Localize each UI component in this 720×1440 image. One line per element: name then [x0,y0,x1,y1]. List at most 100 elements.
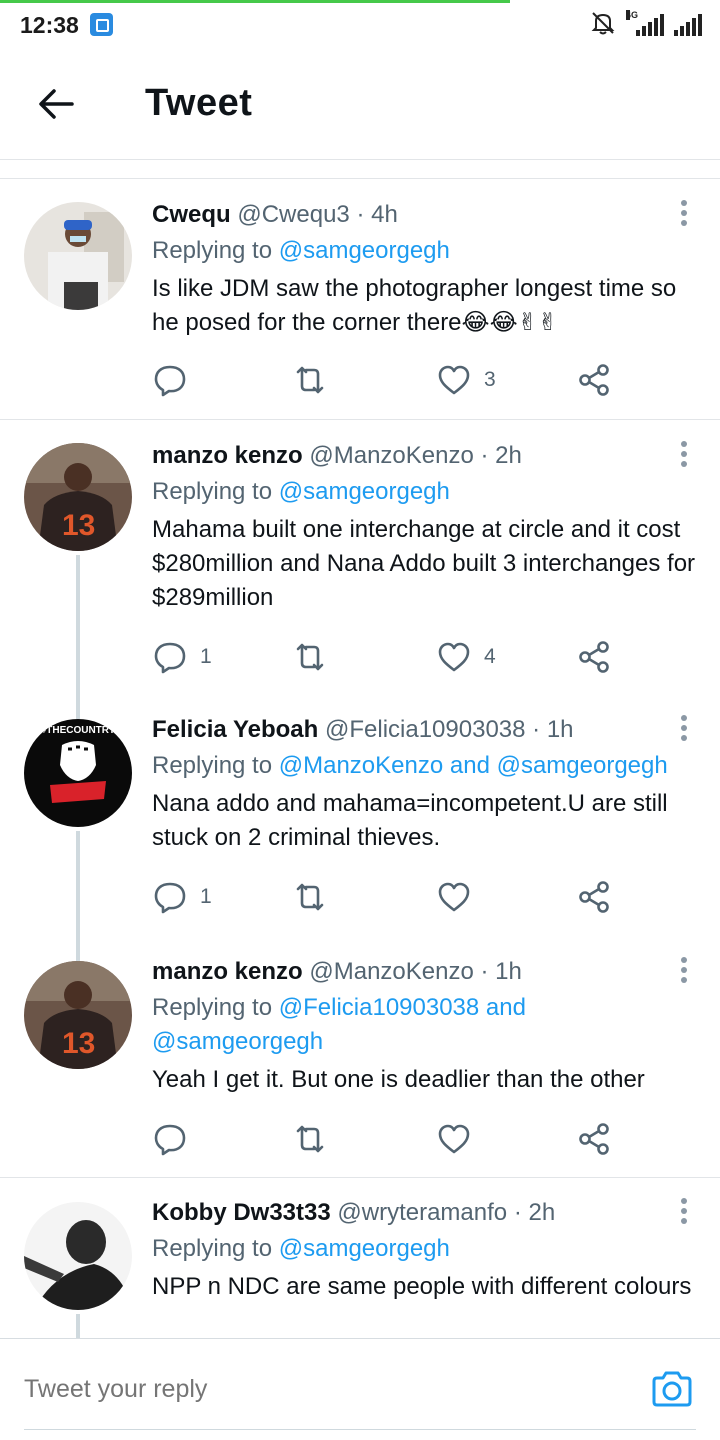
heart-icon [438,1124,470,1154]
thread-line [76,1314,80,1338]
reply-button[interactable]: 1 [152,877,212,917]
tweet-text: Yeah I get it. But one is deadlier than … [152,1066,645,1093]
author-name[interactable]: Cwequ [152,201,231,228]
tweet-meta: Cwequ @Cwequ3 · 4h [152,201,398,228]
avatar[interactable]: 13 [24,443,132,551]
avatar[interactable] [24,202,132,310]
reply-button[interactable] [152,1119,200,1159]
arrow-left-icon[interactable] [36,84,76,124]
retweet-icon [296,883,324,911]
share-icon [579,364,609,396]
thread-line [76,555,80,707]
heart-icon [438,365,470,395]
loading-progress-bar [0,0,510,3]
heart-icon [438,882,470,912]
like-count: 3 [484,368,496,391]
reply-icon [154,642,186,674]
signal-icon [674,14,702,36]
tweet-time: 4h [371,201,398,228]
tweet[interactable]: 13 manzo kenzo @ManzoKenzo · 1h Replying… [0,939,720,1178]
thread-line [76,699,80,719]
more-options-icon[interactable] [680,957,688,987]
more-options-icon[interactable] [680,200,688,230]
retweet-button[interactable] [292,1119,340,1159]
share-icon [579,641,609,673]
share-button[interactable] [576,360,612,400]
avatar[interactable]: 13 [24,961,132,1069]
tweet-text: Nana addo and mahama=incompetent.U are s… [152,790,668,851]
share-icon [579,1123,609,1155]
replying-to: Replying to @samgeorgegh [152,234,700,268]
reply-input[interactable] [24,1375,584,1404]
tweet-actions [152,1119,622,1159]
replying-to: Replying to @samgeorgegh [152,475,700,509]
tweet[interactable]: Kobby Dw33t33 @wryteramanfo · 2h Replyin… [0,1180,720,1338]
page-title: Tweet [145,82,253,124]
replying-prefix: Replying to [152,1235,273,1262]
tweet[interactable]: #THECOUNTRY Felicia Yeboah @Felicia10903… [0,699,720,961]
heart-icon [438,642,470,672]
reply-button[interactable]: 1 [152,637,212,677]
reply-icon [154,882,186,914]
share-button[interactable] [576,1119,612,1159]
tweet-actions: 3 [152,360,622,400]
retweet-button[interactable] [292,360,340,400]
svg-text:13: 13 [62,509,95,542]
retweet-button[interactable] [292,637,340,677]
like-button[interactable]: 4 [436,637,496,677]
tweet-text: NPP n NDC are same people with different… [152,1273,692,1300]
share-button[interactable] [576,637,612,677]
input-underline [24,1429,696,1430]
top-app-bar: Tweet [0,52,720,160]
replying-prefix: Replying to [152,752,273,779]
author-handle[interactable]: @wryteramanfo [337,1199,507,1226]
like-button[interactable]: 3 [436,360,496,400]
tweet-meta: Kobby Dw33t33 @wryteramanfo · 2h [152,1199,556,1226]
replying-to: Replying to @samgeorgegh [152,1232,700,1266]
author-name[interactable]: manzo kenzo [152,958,303,985]
status-time: 12:38 [20,12,79,38]
author-handle[interactable]: @ManzoKenzo [309,958,473,985]
more-options-icon[interactable] [680,441,688,471]
avatar-text: #THECOUNTRY [41,725,116,736]
replying-prefix: Replying to [152,478,273,505]
author-handle[interactable]: @Felicia10903038 [325,716,526,743]
share-icon [579,881,609,913]
reply-mention-link[interactable]: @samgeorgegh [279,1235,450,1262]
reply-mention-link[interactable]: @ManzoKenzo and @samgeorgegh [279,752,668,779]
reply-mention-link[interactable]: @samgeorgegh [279,237,450,264]
silent-bell-icon [591,12,615,35]
tweet-time: 1h [495,958,522,985]
author-name[interactable]: Kobby Dw33t33 [152,1199,331,1226]
tweet-meta: manzo kenzo @ManzoKenzo · 2h [152,442,522,469]
author-name[interactable]: manzo kenzo [152,442,303,469]
svg-text:13: 13 [62,1027,95,1060]
reply-button[interactable] [152,360,200,400]
avatar[interactable] [24,1202,132,1310]
like-count: 4 [484,645,496,668]
share-button[interactable] [576,877,612,917]
retweet-icon [296,643,324,671]
reply-mention-link[interactable]: @samgeorgegh [279,478,450,505]
tweet[interactable]: 13 manzo kenzo @ManzoKenzo · 2h Replying… [0,421,720,707]
more-options-icon[interactable] [680,1198,688,1228]
replying-to: Replying to @Felicia10903038 and @samgeo… [152,991,700,1059]
retweet-icon [296,1125,324,1153]
author-handle[interactable]: @ManzoKenzo [309,442,473,469]
avatar[interactable]: #THECOUNTRY [24,719,132,827]
author-handle[interactable]: @Cwequ3 [237,201,349,228]
retweet-button[interactable] [292,877,340,917]
retweet-icon [296,366,324,394]
tweet-actions: 1 [152,877,622,917]
more-options-icon[interactable] [680,715,688,745]
author-name[interactable]: Felicia Yeboah [152,716,318,743]
tweet[interactable]: Cwequ @Cwequ3 · 4h Replying to @samgeorg… [0,180,720,420]
reply-icon [154,1124,186,1156]
tweet-time: 2h [528,1199,556,1226]
like-button[interactable] [436,877,484,917]
replying-prefix: Replying to [152,994,273,1021]
camera-icon[interactable] [650,1369,694,1409]
like-button[interactable] [436,1119,484,1159]
network-label: 4G [626,10,639,20]
app-notification-icon [90,13,113,36]
